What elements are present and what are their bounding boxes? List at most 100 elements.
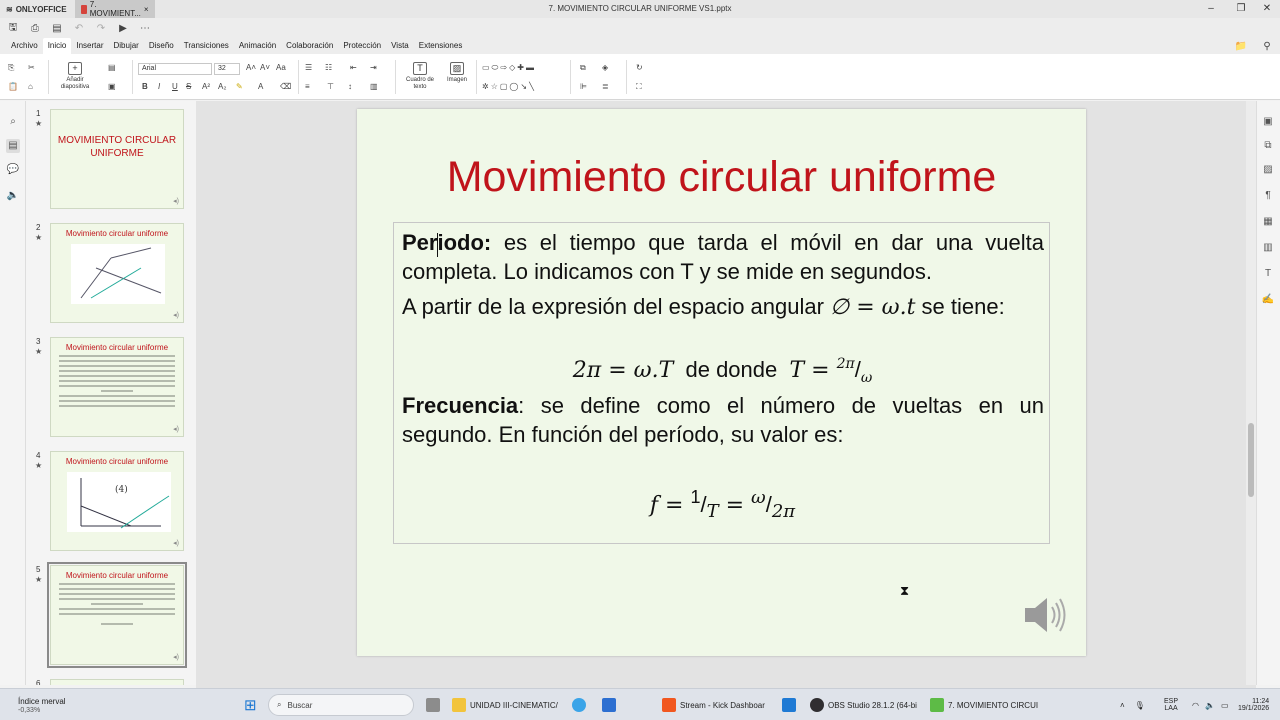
undo-icon[interactable]: ↶: [72, 21, 86, 35]
paragraph-settings-icon[interactable]: ¶: [1261, 189, 1275, 203]
clear-format-icon[interactable]: ⌫: [280, 82, 291, 91]
document-tab[interactable]: 7. MOVIMIENT... ×: [74, 0, 155, 18]
tray-icons[interactable]: ◠ 🔈 ▭: [1192, 689, 1229, 720]
quick-print-icon[interactable]: ▤: [50, 21, 64, 35]
taskbar-app-onlyoffice[interactable]: 7. MOVIMIENTO CIRCUI: [930, 689, 1038, 720]
underline-icon[interactable]: U: [172, 82, 178, 91]
close-button[interactable]: ✕: [1252, 0, 1280, 18]
columns-icon[interactable]: ▥: [370, 82, 378, 91]
speaker-icon[interactable]: [1021, 593, 1069, 637]
line-spacing-icon[interactable]: ↕: [348, 82, 352, 91]
tab-inicio[interactable]: Inicio: [42, 38, 72, 54]
system-tray[interactable]: ˄ 🎙: [1120, 689, 1145, 720]
tab-dibujar[interactable]: Dibujar: [109, 38, 144, 54]
battery-icon[interactable]: ▭: [1221, 701, 1229, 710]
taskbar-app[interactable]: [426, 689, 440, 720]
tab-animacion[interactable]: Animación: [234, 38, 281, 54]
decrease-font-icon[interactable]: A˅: [260, 63, 270, 72]
vertical-scrollbar[interactable]: [1246, 101, 1256, 685]
numbering-icon[interactable]: ☷: [325, 63, 332, 72]
minimize-button[interactable]: –: [1196, 0, 1226, 18]
taskbar-app-explorer[interactable]: UNIDAD III-CINEMATIC/: [452, 689, 558, 720]
increase-indent-icon[interactable]: ⇥: [370, 63, 377, 72]
bold-icon[interactable]: B: [142, 82, 148, 91]
subscript-icon[interactable]: A₂: [218, 82, 226, 91]
distribute-icon[interactable]: ≣: [602, 82, 609, 91]
close-tab-icon[interactable]: ×: [144, 5, 149, 14]
shape-settings-icon[interactable]: ⧉: [1261, 139, 1275, 153]
slide-size-icon[interactable]: ▣: [108, 82, 116, 91]
font-color-icon[interactable]: A: [258, 82, 263, 91]
tab-diseno[interactable]: Diseño: [144, 38, 179, 54]
paste-icon[interactable]: 📋: [8, 82, 18, 91]
tab-vista[interactable]: Vista: [386, 38, 414, 54]
slide-thumbnail-5[interactable]: Movimiento circular uniforme ◂): [47, 562, 187, 668]
signature-icon[interactable]: ✍: [1261, 293, 1275, 307]
image-settings-icon[interactable]: ▨: [1261, 163, 1275, 177]
tab-transiciones[interactable]: Transiciones: [179, 38, 234, 54]
align-shape-icon[interactable]: ⊫: [580, 82, 587, 91]
slides-panel-icon[interactable]: ▤: [6, 139, 20, 153]
italic-icon[interactable]: I: [158, 82, 160, 91]
language-indicator[interactable]: ESP LAA: [1164, 689, 1178, 720]
shapes-gallery[interactable]: ▭⬭⇨◇✚▬: [482, 63, 536, 73]
tab-insertar[interactable]: Insertar: [71, 38, 108, 54]
audio-icon[interactable]: 🔈: [6, 189, 20, 203]
start-slideshow-icon[interactable]: ▶: [116, 21, 130, 35]
search-icon[interactable]: ⌕: [6, 115, 20, 129]
more-icon[interactable]: ⋯: [138, 21, 152, 35]
account-icon[interactable]: ⚲: [1260, 39, 1274, 53]
change-case-icon[interactable]: Aa: [276, 63, 286, 72]
taskbar-app[interactable]: [572, 689, 586, 720]
text-box-button[interactable]: T Cuadro de texto: [400, 62, 440, 91]
increase-font-icon[interactable]: A˄: [246, 63, 256, 72]
redo-icon[interactable]: ↷: [94, 21, 108, 35]
print-icon[interactable]: ⎙: [28, 21, 42, 35]
open-location-icon[interactable]: 📁: [1234, 39, 1248, 53]
highlight-color-icon[interactable]: ✎: [236, 82, 243, 91]
content-text-box[interactable]: Periodo: es el tiempo que tarda el móvil…: [393, 222, 1050, 598]
arrange-icon[interactable]: ⧉: [580, 63, 586, 73]
slide-canvas[interactable]: Movimiento circular uniforme Periodo: es…: [357, 109, 1086, 656]
slide-thumbnail-1[interactable]: MOVIMIENTO CIRCULAR UNIFORME ◂): [50, 109, 184, 209]
save-icon[interactable]: 🖫: [6, 21, 20, 35]
clock[interactable]: 11:24 19/1/2026: [1238, 689, 1269, 720]
microphone-icon[interactable]: 🎙: [1135, 701, 1145, 710]
table-settings-icon[interactable]: ▦: [1261, 215, 1275, 229]
app-brand[interactable]: ≋ ONLYOFFICE: [0, 0, 73, 18]
add-slide-button[interactable]: + Añadir diapositiva: [55, 62, 95, 91]
slide-thumbnail-6[interactable]: [50, 679, 184, 685]
taskbar-app-obs[interactable]: OBS Studio 28.1.2 (64-bi: [810, 689, 917, 720]
align-icon[interactable]: ≡: [305, 82, 310, 91]
bullets-icon[interactable]: ☰: [305, 63, 312, 72]
font-name-select[interactable]: Arial: [138, 63, 212, 75]
text-art-settings-icon[interactable]: T: [1261, 267, 1275, 281]
decrease-indent-icon[interactable]: ⇤: [350, 63, 357, 72]
tab-colaboracion[interactable]: Colaboración: [281, 38, 338, 54]
copy-icon[interactable]: ⎘: [8, 63, 14, 73]
taskbar-app[interactable]: [782, 689, 796, 720]
replace-icon[interactable]: ↻: [636, 63, 643, 72]
slide-thumbnail-2[interactable]: Movimiento circular uniforme ◂): [50, 223, 184, 323]
strikethrough-icon[interactable]: S: [186, 82, 191, 91]
shapes-gallery-row2[interactable]: ✲☆▢◯↘╲: [482, 82, 536, 91]
chevron-up-icon[interactable]: ˄: [1120, 701, 1125, 710]
select-all-icon[interactable]: ⛶: [636, 82, 642, 92]
superscript-icon[interactable]: A²: [202, 82, 210, 91]
scrollbar-thumb[interactable]: [1248, 423, 1254, 497]
slide-thumbnail-4[interactable]: Movimiento circular uniforme (4) ◂): [50, 451, 184, 551]
start-button[interactable]: ⊞: [244, 689, 257, 720]
slide-title[interactable]: Movimiento circular uniforme: [357, 153, 1086, 202]
volume-icon[interactable]: 🔈: [1205, 701, 1215, 710]
tab-archivo[interactable]: Archivo: [6, 38, 43, 54]
tab-proteccion[interactable]: Protección: [338, 38, 386, 54]
format-painter-icon[interactable]: ⌂: [28, 82, 33, 91]
tab-extensiones[interactable]: Extensiones: [414, 38, 468, 54]
vertical-align-icon[interactable]: ⊤: [327, 82, 334, 91]
slide-settings-icon[interactable]: ▣: [1261, 115, 1275, 129]
slide-thumbnail-3[interactable]: Movimiento circular uniforme ◂): [50, 337, 184, 437]
taskbar-app[interactable]: [602, 689, 616, 720]
fill-icon[interactable]: ◈: [602, 63, 608, 72]
layout-icon[interactable]: ▤: [108, 63, 116, 72]
font-size-select[interactable]: 32: [214, 63, 240, 75]
